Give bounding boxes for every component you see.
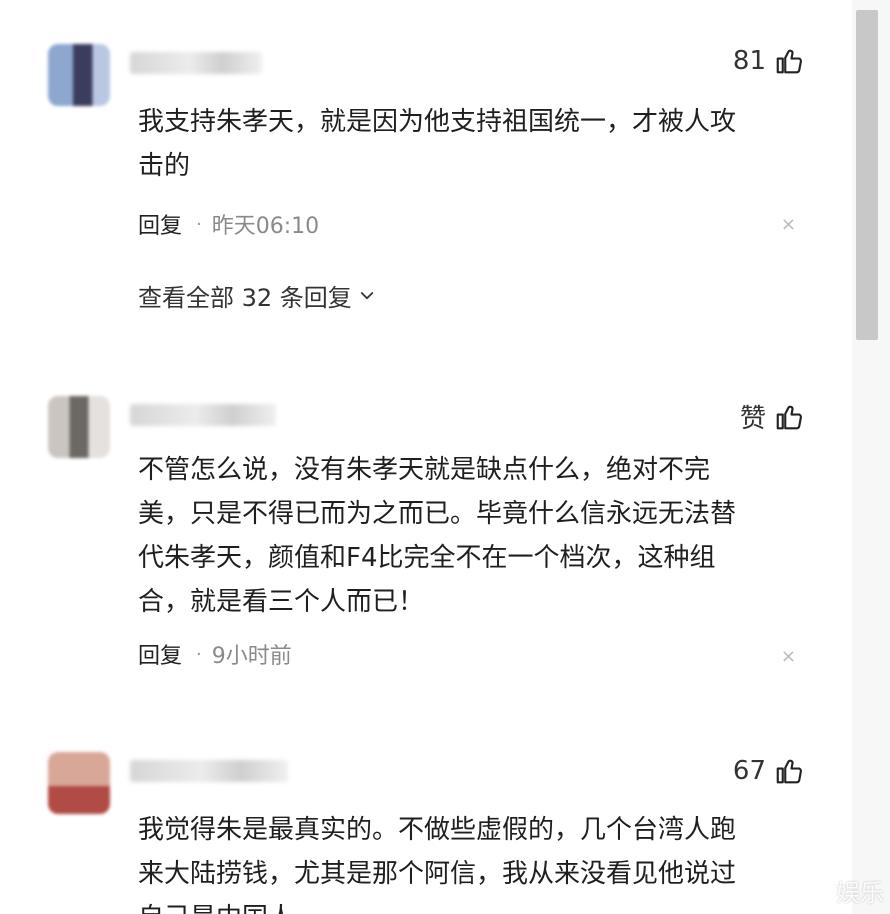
like-button[interactable]: 赞 <box>740 398 804 435</box>
like-count: 67 <box>732 756 766 786</box>
like-count: 赞 <box>739 404 766 434</box>
username-redacted <box>130 52 262 74</box>
thumb-up-icon <box>776 405 802 429</box>
watermark: 娱乐 <box>836 879 884 907</box>
like-button[interactable]: 67 <box>733 756 804 786</box>
username-redacted <box>130 760 288 782</box>
avatar[interactable] <box>48 752 110 814</box>
comment-meta: 回复 · 昨天06:10 <box>138 208 319 240</box>
thumb-up-icon <box>776 49 802 74</box>
comment-feed: 81 我支持朱孝天，就是因为他支持祖国统一，才被人攻 击的 回复 · 昨天06:… <box>0 0 852 914</box>
comment-time: 9小时前 <box>211 644 292 669</box>
reply-button[interactable]: 回复 <box>138 638 182 670</box>
like-count: 81 <box>732 46 766 76</box>
close-icon[interactable]: × <box>781 646 796 667</box>
avatar[interactable] <box>48 44 110 106</box>
like-button[interactable]: 81 <box>733 46 804 76</box>
scrollbar[interactable] <box>852 0 890 914</box>
chevron-down-icon <box>360 291 373 299</box>
comment-time: 昨天06:10 <box>211 214 320 239</box>
scrollbar-thumb[interactable] <box>856 10 878 340</box>
comment-text: 我觉得朱是最真实的。不做些虚假的，几个台湾人跑 来大陆捞钱，尤其是那个阿信，我从… <box>138 815 737 914</box>
meta-separator: · <box>196 643 202 665</box>
thumb-up-icon <box>776 759 802 784</box>
view-all-replies-label: 查看全部 32 条回复 <box>138 284 352 312</box>
close-icon[interactable]: × <box>781 214 796 235</box>
avatar[interactable] <box>48 396 110 458</box>
comment-meta: 回复 · 9小时前 <box>138 638 292 670</box>
reply-button[interactable]: 回复 <box>138 208 182 240</box>
view-all-replies-link[interactable]: 查看全部 32 条回复 <box>138 278 376 313</box>
meta-separator: · <box>196 213 202 235</box>
username-redacted <box>130 404 276 426</box>
comment-text: 不管怎么说，没有朱孝天就是缺点什么，绝对不完 美，只是不得已而为之而已。毕竟什么… <box>138 455 737 617</box>
comment-text: 我支持朱孝天，就是因为他支持祖国统一，才被人攻 击的 <box>138 107 737 181</box>
